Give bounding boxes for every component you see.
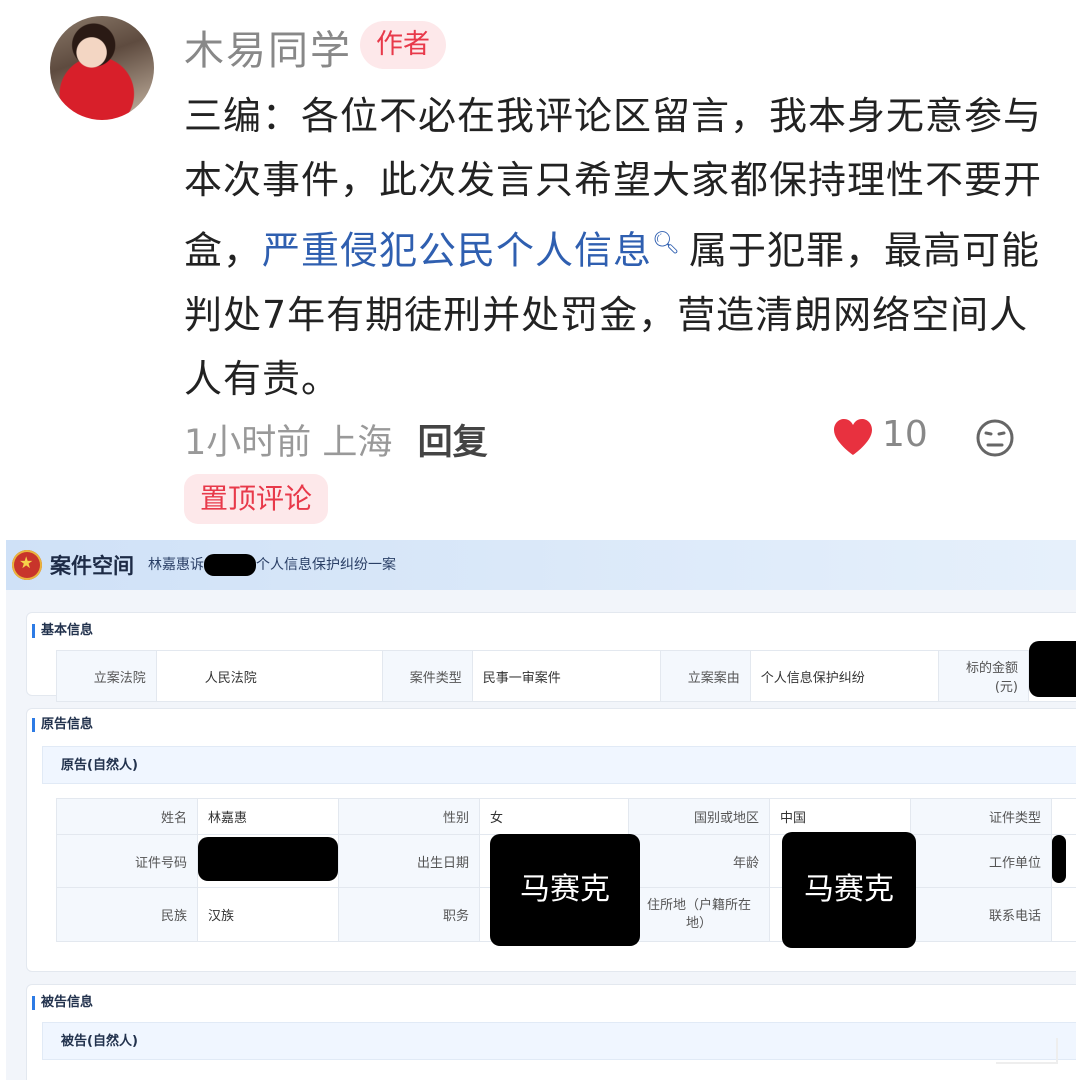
gender-label: 性别 [338, 798, 480, 835]
case-title-suffix: 个人信息保护纠纷一案 [256, 557, 396, 573]
avatar[interactable] [50, 16, 154, 120]
redaction-block [1052, 835, 1066, 883]
plaintiff-info-title: 原告信息 [32, 718, 93, 732]
country-label: 国别或地区 [628, 798, 770, 835]
phone-value [1051, 887, 1076, 942]
basic-info-table: 立案法院 人民法院 案件类型 民事一审案件 立案案由 个人信息保护纠纷 标的金额… [56, 641, 1076, 702]
emoji-icon[interactable] [975, 418, 1015, 458]
ethnicity-value: 汉族 [197, 887, 339, 942]
comment-body: 三编：各位不必在我评论区留言，我本身无意参与本次事件，此次发言只希望大家都保持理… [184, 84, 1044, 411]
like-count: 10 [882, 414, 928, 455]
comment-meta: 1小时前 上海 回复 [184, 414, 488, 465]
court-value: 人民法院 [155, 650, 383, 702]
search-icon[interactable]: 🔍︎ [652, 231, 681, 256]
defendant-subheader: 被告(自然人) [42, 1022, 1076, 1060]
gender-value: 女 [479, 798, 629, 835]
case-title-prefix: 林嘉惠诉 [148, 557, 204, 573]
comment-location: 上海 [322, 423, 393, 463]
court-emblem-icon [12, 550, 42, 580]
phone-label: 联系电话 [910, 887, 1052, 942]
court-header: 案件空间 林嘉惠诉 个人信息保护纠纷一案 [6, 540, 1076, 590]
court-label: 立案法院 [56, 650, 157, 702]
app-title: 案件空间 [50, 554, 134, 578]
reply-button[interactable]: 回复 [418, 423, 488, 463]
birthdate-label: 出生日期 [338, 834, 480, 888]
case-type-label: 案件类型 [381, 650, 473, 702]
comment-time: 1小时前 [184, 423, 312, 463]
residence-label: 住所地（户籍所在地） [628, 887, 770, 942]
id-number-label: 证件号码 [56, 834, 198, 888]
plaintiff-subheader: 原告(自然人) [42, 746, 1076, 784]
author-name[interactable]: 木易同学 [184, 18, 352, 76]
basic-info-title: 基本信息 [32, 624, 93, 638]
case-title: 林嘉惠诉 个人信息保护纠纷一案 [148, 554, 396, 576]
redaction-block [204, 554, 256, 576]
case-cause-label: 立案案由 [659, 650, 751, 702]
court-case-screenshot: 案件空间 林嘉惠诉 个人信息保护纠纷一案 基本信息 立案法院 人民法院 案件类型 … [6, 540, 1076, 1080]
id-type-value [1051, 798, 1076, 835]
employer-label: 工作单位 [910, 834, 1052, 888]
defendant-info-title: 被告信息 [32, 996, 93, 1010]
case-cause-value: 个人信息保护纠纷 [749, 650, 939, 702]
redaction-block: 马赛克 [782, 832, 916, 948]
id-type-label: 证件类型 [910, 798, 1052, 835]
position-label: 职务 [338, 887, 480, 942]
ethnicity-label: 民族 [56, 887, 198, 942]
redaction-block [198, 837, 338, 881]
heart-icon[interactable] [832, 418, 874, 456]
redaction-block [1029, 641, 1076, 697]
country-value: 中国 [769, 798, 911, 835]
amount-label: 标的金额(元) [937, 650, 1030, 702]
pinned-comment-badge: 置顶评论 [184, 474, 329, 524]
author-badge: 作者 [360, 21, 446, 69]
comment-card: 木易同学 作者 三编：各位不必在我评论区留言，我本身无意参与本次事件，此次发言只… [0, 0, 1080, 540]
redaction-block: 马赛克 [490, 834, 640, 946]
name-value: 林嘉惠 [197, 798, 339, 835]
corner-mark [996, 1038, 1058, 1064]
search-link[interactable]: 严重侵犯公民个人信息 [262, 229, 652, 273]
name-label: 姓名 [56, 798, 198, 835]
case-type-value: 民事一审案件 [471, 650, 661, 702]
age-label: 年龄 [628, 834, 770, 888]
